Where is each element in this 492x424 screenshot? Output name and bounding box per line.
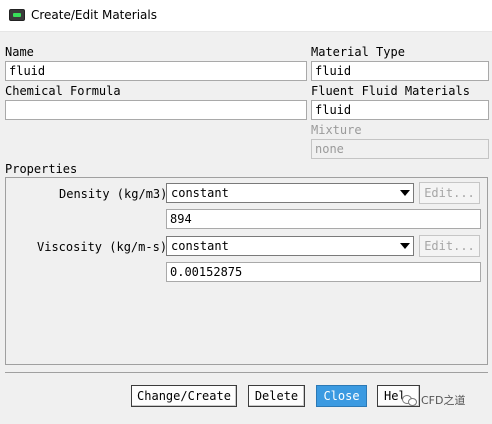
properties-label: Properties xyxy=(5,162,78,176)
viscosity-method-value: constant xyxy=(171,239,229,253)
material-type-dropdown[interactable]: fluid xyxy=(311,61,489,81)
watermark: CFD之道 xyxy=(402,392,465,412)
chemical-formula-field[interactable] xyxy=(5,100,307,120)
viscosity-edit-button: Edit... xyxy=(419,235,480,257)
viscosity-value-field[interactable]: 0.00152875 xyxy=(166,262,481,282)
fluent-app-icon xyxy=(9,9,25,21)
density-value-field[interactable]: 894 xyxy=(166,209,481,229)
name-label: Name xyxy=(5,45,34,59)
density-label: Density (kg/m3) xyxy=(59,187,168,201)
close-button[interactable]: Close xyxy=(316,385,367,407)
watermark-text: CFD之道 xyxy=(421,394,466,407)
name-field[interactable]: fluid xyxy=(5,61,307,81)
chevron-down-icon xyxy=(400,190,410,196)
density-method-value: constant xyxy=(171,186,229,200)
title-bar: Create/Edit Materials xyxy=(0,0,492,32)
viscosity-label: Viscosity (kg/m-s) xyxy=(37,240,168,254)
chemical-formula-label: Chemical Formula xyxy=(5,84,121,98)
delete-button[interactable]: Delete xyxy=(248,385,305,407)
density-edit-button: Edit... xyxy=(419,182,480,204)
material-type-label: Material Type xyxy=(311,45,405,59)
mixture-label: Mixture xyxy=(311,123,362,137)
window-title: Create/Edit Materials xyxy=(31,8,157,22)
wechat-icon xyxy=(402,394,418,408)
mixture-dropdown: none xyxy=(311,139,489,159)
fluent-fluid-materials-label: Fluent Fluid Materials xyxy=(311,84,470,98)
chevron-down-icon xyxy=(400,243,410,249)
viscosity-method-dropdown[interactable]: constant xyxy=(166,236,414,256)
fluent-fluid-materials-dropdown[interactable]: fluid xyxy=(311,100,489,120)
density-method-dropdown[interactable]: constant xyxy=(166,183,414,203)
bottom-separator xyxy=(5,372,488,373)
change-create-button[interactable]: Change/Create xyxy=(131,385,237,407)
